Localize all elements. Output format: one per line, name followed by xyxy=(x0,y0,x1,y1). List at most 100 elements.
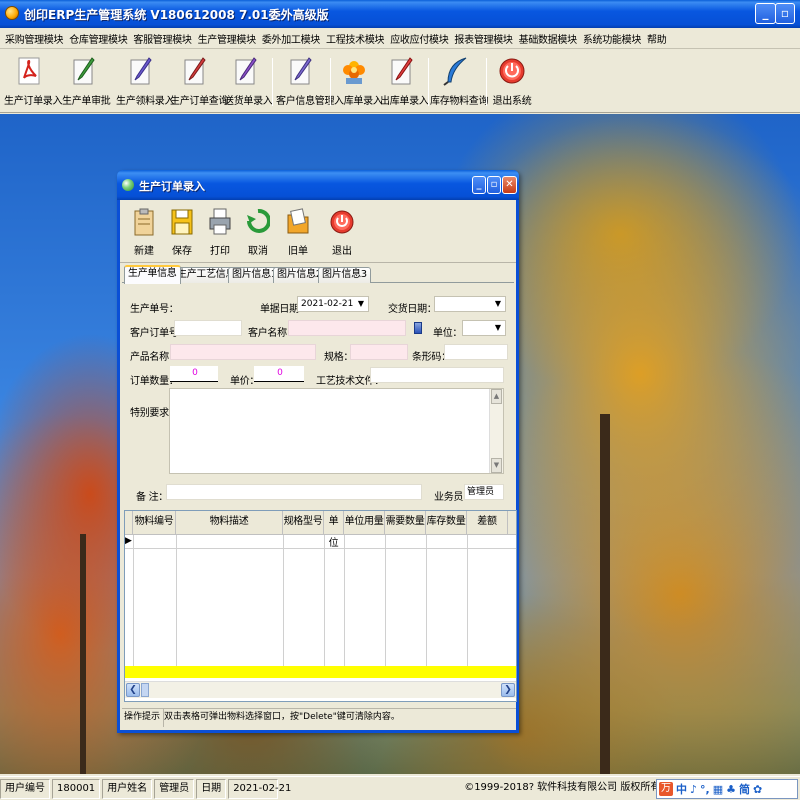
old-order-button[interactable]: 旧单 xyxy=(280,205,316,261)
toolbar-order-query-button[interactable]: 生产订单查询 xyxy=(170,54,229,110)
customer-name-field[interactable] xyxy=(288,320,406,336)
menu-help[interactable]: 帮助 xyxy=(644,31,669,46)
ime-fullwidth-icon[interactable]: °, xyxy=(700,783,710,796)
restore-button[interactable]: ▫ xyxy=(775,3,795,24)
menu-outsourcing[interactable]: 委外加工模块 xyxy=(259,31,323,46)
scroll-thumb[interactable] xyxy=(141,683,149,697)
order-entry-titlebar[interactable]: 生产订单录入 _ ▫ ✕ xyxy=(117,170,519,200)
delivery-date-picker[interactable]: ▼ xyxy=(434,296,506,312)
col-material-code[interactable]: 物料编号 xyxy=(133,511,176,535)
app-titlebar: 创印ERP生产管理系统 V180612008 7.01委外高级版 _ ▫ xyxy=(0,0,800,28)
child-close-button[interactable]: ✕ xyxy=(502,176,517,194)
exit-button[interactable]: 退出 xyxy=(324,205,360,261)
customer-lookup-button[interactable] xyxy=(414,322,422,334)
user-name-label: 用户姓名 xyxy=(102,778,153,799)
menu-bar: 采购管理模块 仓库管理模块 客服管理模块 生产管理模块 委外加工模块 工程技术模… xyxy=(0,28,800,49)
tab-order-info[interactable]: 生产单信息 xyxy=(124,265,181,284)
child-restore-button[interactable]: ▫ xyxy=(487,176,501,194)
window-toolbar: 新建 保存 打印 取消 旧单 退出 xyxy=(120,203,516,263)
toolbar-outbound-button[interactable]: 出库单录入 xyxy=(380,54,429,110)
unit-label: 单位： xyxy=(433,328,463,339)
salesman-field[interactable]: 管理员 xyxy=(464,484,504,500)
grid-divider xyxy=(467,535,468,675)
col-difference[interactable]: 差额 xyxy=(467,511,508,535)
hint-text: 双击表格可弹出物料选择窗口，按"Delete"键可清除内容。 xyxy=(164,712,400,722)
spec-field[interactable] xyxy=(350,344,408,360)
new-clipboard-icon xyxy=(132,207,156,237)
ime-simplified-icon[interactable]: 简 xyxy=(739,781,750,797)
tab-image-3[interactable]: 图片信息3 xyxy=(318,267,371,283)
date-picker[interactable]: 2021-02-21 ▼ xyxy=(297,296,369,312)
menu-basic-data[interactable]: 基础数据模块 xyxy=(516,31,580,46)
material-pen-icon xyxy=(127,56,155,86)
menu-system[interactable]: 系统功能模块 xyxy=(580,31,644,46)
grid-corner xyxy=(125,511,133,535)
grid-divider xyxy=(283,535,284,675)
unit-select[interactable]: ▼ xyxy=(462,320,506,336)
date-label: 日期 xyxy=(196,778,227,799)
menu-engineering[interactable]: 工程技术模块 xyxy=(323,31,387,46)
print-button[interactable]: 打印 xyxy=(202,205,238,261)
toolbar-order-entry-button[interactable]: 生产订单录入 xyxy=(4,54,63,110)
toolbar-inbound-button[interactable]: 入库单录入 xyxy=(334,54,383,110)
outbound-pen-icon xyxy=(388,56,416,86)
scroll-left-icon[interactable]: ❮ xyxy=(126,683,140,697)
textarea-scrollbar[interactable]: ▲ ▼ xyxy=(489,389,503,473)
product-name-field[interactable] xyxy=(170,344,316,360)
col-unit-usage[interactable]: 单位用量 xyxy=(344,511,385,535)
minimize-button[interactable]: _ xyxy=(755,3,776,24)
grid-divider xyxy=(176,535,177,675)
toolbar-delivery-entry-button[interactable]: 送货单录入 xyxy=(224,54,273,110)
remark-label: 备 注： xyxy=(136,492,168,503)
scroll-down-icon[interactable]: ▼ xyxy=(491,458,502,473)
cancel-button[interactable]: 取消 xyxy=(240,205,276,261)
col-material-desc[interactable]: 物料描述 xyxy=(176,511,283,535)
chevron-down-icon: ▼ xyxy=(494,323,502,332)
materials-grid[interactable]: 物料编号 物料描述 规格型号 单位 单位用量 需要数量 库存数量 差额 ▶ ❮ … xyxy=(124,510,517,702)
table-row[interactable]: ▶ xyxy=(125,535,516,549)
col-spec-model[interactable]: 规格型号 xyxy=(283,511,324,535)
ime-chinese-icon[interactable]: 中 xyxy=(676,781,687,797)
special-requirements-textarea[interactable]: ▲ ▼ xyxy=(169,388,504,474)
col-stock-qty[interactable]: 库存数量 xyxy=(426,511,467,535)
menu-receivable[interactable]: 应收应付模块 xyxy=(387,31,451,46)
child-minimize-button[interactable]: _ xyxy=(472,176,486,194)
ime-punct-icon[interactable]: ♪ xyxy=(690,783,697,796)
scroll-right-icon[interactable]: ❯ xyxy=(501,683,515,697)
save-floppy-icon xyxy=(170,207,194,237)
menu-service[interactable]: 客服管理模块 xyxy=(130,31,194,46)
tab-strip: 生产单信息 生产工艺信息 图片信息1 图片信息2 图片信息3 xyxy=(122,265,514,284)
date-value: 2021-02-21 xyxy=(228,778,291,799)
save-button[interactable]: 保存 xyxy=(164,205,200,261)
ime-keyboard-icon[interactable]: ▦ xyxy=(713,783,723,796)
toolbar-customer-button[interactable]: 客户信息管理 xyxy=(276,54,335,110)
menu-production[interactable]: 生产管理模块 xyxy=(195,31,259,46)
order-qty-field[interactable]: 0 xyxy=(170,366,218,382)
main-toolbar: 生产订单录入 生产单审批 生产领料录入 生产订单查询 送货单录入 客户信息管理 xyxy=(0,50,800,113)
col-required-qty[interactable]: 需要数量 xyxy=(385,511,426,535)
menu-warehouse[interactable]: 仓库管理模块 xyxy=(66,31,130,46)
craft-file-field[interactable] xyxy=(370,367,504,383)
toolbar-stock-query-button[interactable]: 库存物料查询 xyxy=(430,54,489,110)
ime-skin-icon[interactable]: ♣ xyxy=(726,783,736,796)
toolbar-exit-button[interactable]: 退出系统 xyxy=(492,54,532,110)
scroll-up-icon[interactable]: ▲ xyxy=(491,389,502,404)
remark-field[interactable] xyxy=(166,484,422,500)
barcode-field[interactable] xyxy=(444,344,508,360)
order-form: 生产单号： 单据日期： 2021-02-21 ▼ 交货日期： ▼ 客户订单号： … xyxy=(122,284,516,510)
new-button[interactable]: 新建 xyxy=(126,205,162,261)
app-title: 创印ERP生产管理系统 V180612008 7.01委外高级版 xyxy=(24,8,329,22)
col-unit[interactable]: 单位 xyxy=(324,511,344,549)
unit-price-field[interactable]: 0 xyxy=(254,366,304,382)
ime-toolbar[interactable]: 万 中 ♪ °, ▦ ♣ 简 ✿ xyxy=(656,779,798,799)
toolbar-material-entry-button[interactable]: 生产领料录入 xyxy=(116,54,175,110)
operation-hint-bar: 操作提示 双击表格可弹出物料选择窗口，按"Delete"键可清除内容。 xyxy=(122,708,516,727)
cancel-recycle-icon xyxy=(246,207,271,237)
customer-order-no-field[interactable] xyxy=(174,320,242,336)
menu-purchase[interactable]: 采购管理模块 xyxy=(2,31,66,46)
ime-settings-icon[interactable]: ✿ xyxy=(753,783,762,796)
chevron-down-icon: ▼ xyxy=(357,299,365,308)
toolbar-approval-button[interactable]: 生产单审批 xyxy=(62,54,111,110)
grid-horizontal-scrollbar[interactable]: ❮ ❯ xyxy=(125,681,516,698)
menu-reports[interactable]: 报表管理模块 xyxy=(451,31,515,46)
